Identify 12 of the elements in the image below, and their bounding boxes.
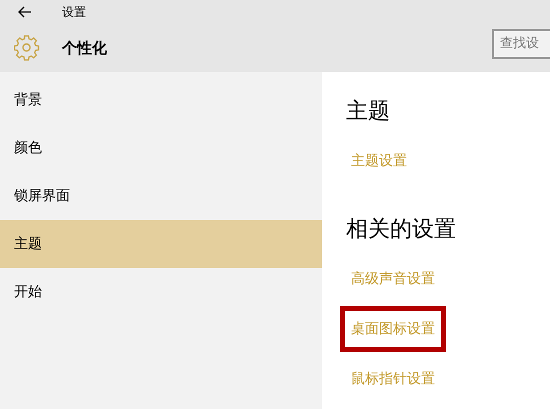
gear-icon bbox=[14, 35, 40, 61]
sidebar-item[interactable]: 开始 bbox=[0, 268, 322, 316]
sidebar-item[interactable]: 背景 bbox=[0, 76, 322, 124]
page-title: 个性化 bbox=[62, 38, 107, 59]
back-arrow-icon bbox=[18, 6, 32, 18]
section-heading: 相关的设置 bbox=[346, 216, 456, 244]
sidebar-item[interactable]: 锁屏界面 bbox=[0, 172, 322, 220]
section-heading: 主题 bbox=[346, 98, 390, 126]
sidebar-item[interactable]: 主题 bbox=[0, 220, 322, 268]
sidebar-item[interactable]: 颜色 bbox=[0, 124, 322, 172]
window-title: 设置 bbox=[62, 4, 86, 21]
search-field[interactable]: 查找设 bbox=[492, 29, 550, 59]
